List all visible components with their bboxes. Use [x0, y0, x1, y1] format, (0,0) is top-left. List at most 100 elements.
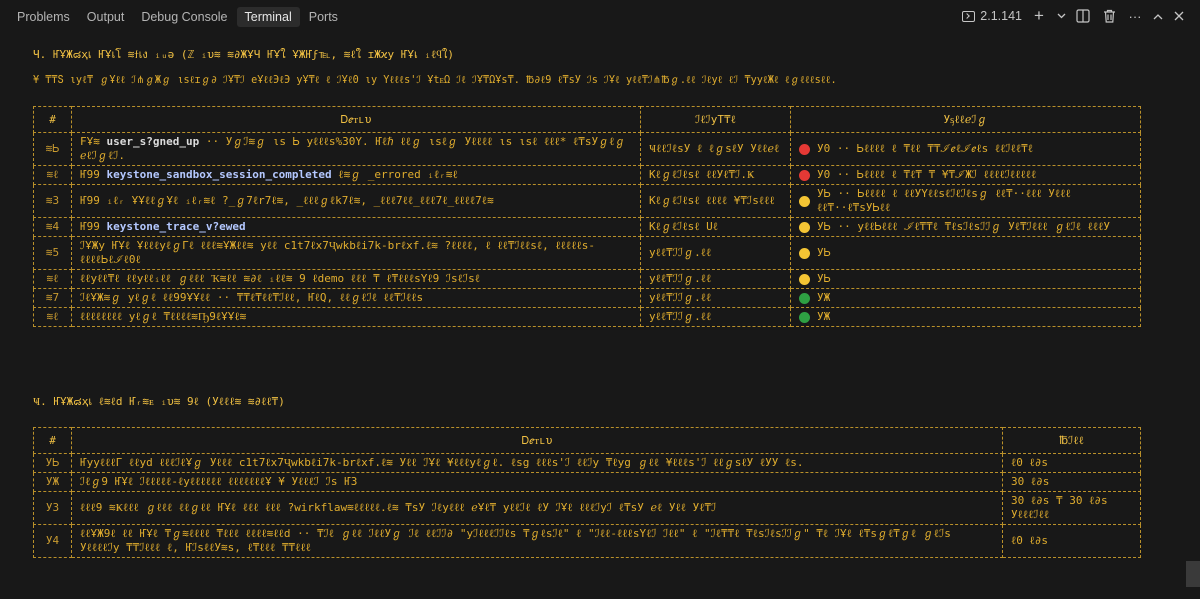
row-location: ҸℓℓℐℓsУ ℓ ℓℊsℓУ Уℓℓℯℓ	[640, 132, 791, 166]
tab-terminal[interactable]: Terminal	[236, 7, 300, 27]
row-status: УᏏ ·· Ꮟℓℓℓℓ ℓ ℓℓУYℓℓsℓℐℓℐℓsℊ ℓℓ₸··ℓℓℓ Уℓ…	[790, 184, 1141, 218]
status-dot-icon	[799, 169, 810, 181]
row-detail: Ҥ99 keystone_trace_v?ewed	[71, 217, 641, 237]
event-name: keystone_trace_v?ewed	[106, 220, 246, 233]
status-text: УЖ	[817, 291, 831, 304]
status-text: УᏏ ·· Ꮟℓℓℓℓ ℓ ℓℓУYℓℓsℓℐℓℐℓsℊ ℓℓ₸··ℓℓℓ Уℓ…	[817, 187, 1071, 214]
row-prefix: Ҥ99	[80, 168, 107, 181]
row-detail: ℐҰЖy ҤҰℓ ҰℓℓℓyℓℊΓℓ ℓℓℓ≋ҰЖℓℓ≋ yℓℓ c1t7ℓx7…	[71, 236, 641, 270]
table-header-row: # Ꭰℯᴛւυ ℔ℐℓℓ	[33, 427, 1141, 454]
status-text: У0 ·· Ꮟℓℓℓℓ ℓ ₸ℓℓ ₸₸ℐℯℓℐℯℓs ℓℓℐℓℓ₸ℓ	[817, 142, 1034, 155]
column-header-number: #	[33, 106, 72, 133]
table-row: ≋Ꮟ FҰ≋ user_s?gned_up ·· Уℊℐ≋ℊ ιs Ꮟ yℓℓℓs…	[33, 132, 1141, 166]
table-row: ≋ℓ Ҥ99 keystone_sandbox_session_completed…	[33, 165, 1141, 185]
section-1-subtext: ¥ ₸₸Տ ιyℓ₸ ℊҰℓℓ ℐ⋔ℊЖℊ ιsℓɪℊ∂ ℐҰ₸ℐ eҰℓℓЭℓ…	[33, 75, 837, 86]
row-number: УᏏ	[33, 453, 72, 473]
table-row: ≋ℓ ℓℓyℓℓ₸ℓ ℓℓyℓℓᵢℓℓ ℊℓℓℓ Ҡ≋ℓℓ ≋∂ℓ ᵢℓℓ≋ 9 …	[33, 269, 1141, 289]
new-terminal-icon[interactable]: +	[1030, 6, 1048, 25]
column-header-location: ℐℓℐyТ₸ℓ	[640, 106, 791, 133]
tab-ports[interactable]: Ports	[301, 7, 346, 27]
table-row: ≋7 ℐℓҰЖ≋ℊ yℓℊℓ ℓℓ99ҰҰℓℓ ·· ₸₸ℓ₸ℓℓ₸ℐℓℓ, Ҥℓ…	[33, 288, 1141, 308]
more-actions-icon[interactable]: ···	[1126, 7, 1144, 25]
tab-output[interactable]: Output	[79, 7, 133, 27]
terminal-output[interactable]: Ч. ҤҰЖ๘ҳเ ҤҰเโ ≋ϯเง ᵢᵤǝ (ℤ ᵢυ≋ ≋∂ЖҰЧ ҤҰใ…	[0, 34, 1200, 599]
row-detail: Ҥ99 keystone_sandbox_session_completed ℓ…	[71, 165, 641, 185]
row-detail: Ҥ99 ᵢℓᵣ ҰҰℓℓℊҰℓ ᵢℓᵣ≋ℓ ?_ℊ7ℓr7ℓ≋, _ℓℓℓℊℓk…	[71, 184, 641, 218]
row-number: ≋7	[33, 288, 72, 308]
row-location: Kℓℊℓℐℓsℓ Uℓ	[640, 217, 791, 237]
tab-debug-console[interactable]: Debug Console	[133, 7, 235, 27]
row-detail: ℓℓℓℓℓℓℓℓ yℓℊℓ ₸ℓℓℓℓ≋Ҧ9ℓҰҰℓ≋	[71, 307, 641, 327]
trash-icon[interactable]	[1100, 7, 1118, 25]
row-location: Kℓℊℓℐℓsℓ ℓℓУℓ₸ℐ.Ҝ	[640, 165, 791, 185]
terminal-selector[interactable]: 2.1.141	[962, 9, 1022, 23]
terminal-name: 2.1.141	[980, 9, 1022, 23]
column-header-number: #	[33, 427, 72, 454]
row-status: УᏏ ·· yℓℓᏏℓℓℓ ℐℓ₸₸ℓ ₸ℓsℐℓsℐℐℊ Уℓ₸ℐℓℓℓ ℊℓ…	[790, 217, 1141, 237]
row-effort: 30 ℓ∂s	[1002, 472, 1141, 492]
row-detail: ℐℓҰЖ≋ℊ yℓℊℓ ℓℓ99ҰҰℓℓ ·· ₸₸ℓ₸ℓℓ₸ℐℓℓ, ҤℓQ,…	[71, 288, 641, 308]
status-dot-icon	[799, 195, 810, 207]
row-status: УᏏ	[790, 269, 1141, 289]
table-row: У4 ℓℓҰЖ9ℓ ℓℓ ҤҰℓ ₸ℊ≋ℓℓℓℓ ₸ℓℓℓ ℓℓℓℓ≋ℓℓd ··…	[33, 524, 1141, 558]
row-prefix: Ҥ99	[80, 194, 107, 207]
column-header-detail: Ꭰℯᴛւυ	[71, 106, 641, 133]
status-text: У0 ·· Ꮟℓℓℓℓ ℓ ₸ℓ₸ ₸ ¥₸ℐЖℐ ℓℓℓℓℐℓℓℓℓℓ	[817, 168, 1037, 181]
maximize-panel-icon[interactable]	[1152, 7, 1164, 25]
event-name: keystone_sandbox_session_completed	[106, 168, 332, 181]
status-text: УЖ	[817, 310, 831, 323]
row-effort: ℓ0 ℓ∂s	[1002, 453, 1141, 473]
table-row: УᏏ ҤyyℓℓℓΓ ℓℓyd ℓℓℓℐℓҰℊ Уℓℓℓ c1t7ℓx7Ҷwkbℓ…	[33, 453, 1141, 473]
row-description: ℓℓyℓℓ₸ℓ ℓℓyℓℓᵢℓℓ ℊℓℓℓ Ҡ≋ℓℓ ≋∂ℓ ᵢℓℓ≋ 9 ℓd…	[80, 272, 480, 285]
row-description: ℐҰЖy ҤҰℓ ҰℓℓℓyℓℊΓℓ ℓℓℓ≋ҰЖℓℓ≋ yℓℓ c1t7ℓx7…	[80, 239, 595, 266]
row-prefix: FҰ≋	[80, 135, 107, 148]
findings-table: # Ꭰℯᴛւυ ℐℓℐyТ₸ℓ Уᶊℓℓℯℐℊ ≋Ꮟ FҰ≋ user_s?gne…	[33, 106, 1141, 327]
row-number: У4	[33, 524, 72, 558]
status-dot-icon	[799, 292, 810, 304]
panel-actions: 2.1.141 + ···	[962, 6, 1186, 25]
row-number: УЖ	[33, 472, 72, 492]
row-status: УЖ	[790, 307, 1141, 327]
row-number: ≋3	[33, 184, 72, 218]
chevron-down-icon[interactable]	[1056, 7, 1066, 25]
row-number: ≋Ꮟ	[33, 132, 72, 166]
row-location: Kℓℊℓℐℓsℓ ℓℓℓℓ ¥₸ℐsℓℓℓ	[640, 184, 791, 218]
tab-problems[interactable]: Problems	[9, 7, 78, 27]
event-name: user_s?gned_up	[106, 135, 200, 148]
row-description: ℓ≋ℊ _errored ᵢℓᵣ≋ℓ	[331, 168, 458, 181]
row-effort: ℓ0 ℓ∂s	[1002, 524, 1141, 558]
split-terminal-icon[interactable]	[1074, 7, 1092, 25]
row-number: У3	[33, 491, 72, 525]
section-2-heading: Ҹ. ҤҰЖ๘ҳเ ℓ≋ℓd Ҥᵣ≋ᴇ ᵢυ≋ 9ℓ (Уℓℓℓ≋ ≋∂ℓℓ₸)	[33, 395, 285, 408]
table-row: ≋ℓ ℓℓℓℓℓℓℓℓ yℓℊℓ ₸ℓℓℓℓ≋Ҧ9ℓҰҰℓ≋ yℓℓ₸ℐℐℊ.ℓℓ У…	[33, 307, 1141, 327]
status-dot-icon	[799, 247, 810, 259]
row-number: ≋5	[33, 236, 72, 270]
status-dot-icon	[799, 311, 810, 323]
row-number: ≋ℓ	[33, 307, 72, 327]
row-detail: ℓℓyℓℓ₸ℓ ℓℓyℓℓᵢℓℓ ℊℓℓℓ Ҡ≋ℓℓ ≋∂ℓ ᵢℓℓ≋ 9 ℓd…	[71, 269, 641, 289]
row-location: yℓℓ₸ℐℐℊ.ℓℓ	[640, 236, 791, 270]
row-detail: ℓℓҰЖ9ℓ ℓℓ ҤҰℓ ₸ℊ≋ℓℓℓℓ ₸ℓℓℓ ℓℓℓℓ≋ℓℓd ·· ₸…	[71, 524, 1003, 558]
status-text: УᏏ	[817, 246, 831, 259]
row-prefix: Ҥ99	[80, 220, 107, 233]
terminal-scrollbar[interactable]	[1186, 561, 1200, 587]
close-panel-icon[interactable]	[1172, 7, 1186, 25]
status-text: УᏏ	[817, 272, 831, 285]
column-header-status: Уᶊℓℓℯℐℊ	[790, 106, 1141, 133]
row-status: У0 ·· Ꮟℓℓℓℓ ℓ ₸ℓ₸ ₸ ¥₸ℐЖℐ ℓℓℓℓℐℓℓℓℓℓ	[790, 165, 1141, 185]
row-location: yℓℓ₸ℐℐℊ.ℓℓ	[640, 307, 791, 327]
row-effort: 30 ℓ∂s ₸ 30 ℓ∂s Уℓℓℓℐℓℓ	[1002, 491, 1141, 525]
column-header-detail: Ꭰℯᴛւυ	[71, 427, 1003, 454]
row-status: УЖ	[790, 288, 1141, 308]
row-detail: FҰ≋ user_s?gned_up ·· Уℊℐ≋ℊ ιs Ꮟ yℓℓℓs%3…	[71, 132, 641, 166]
row-number: ≋ℓ	[33, 269, 72, 289]
terminal-icon	[962, 10, 976, 22]
row-detail: ℐℓℊ9 ҤҰℓ ℐℓℓℓℓℓ-ℓyℓℓℓℓℓℓ ℓℓℓℓℓℓℓҰ ¥ Уℓℓℓ…	[71, 472, 1003, 492]
row-location: yℓℓ₸ℐℐℊ.ℓℓ	[640, 269, 791, 289]
column-header-effort: ℔ℐℓℓ	[1002, 427, 1141, 454]
row-detail: ҤyyℓℓℓΓ ℓℓyd ℓℓℓℐℓҰℊ Уℓℓℓ c1t7ℓx7Ҷwkbℓi7…	[71, 453, 1003, 473]
table-row: ≋3 Ҥ99 ᵢℓᵣ ҰҰℓℓℊҰℓ ᵢℓᵣ≋ℓ ?_ℊ7ℓr7ℓ≋, _ℓℓℓℊ…	[33, 184, 1141, 218]
status-text: УᏏ ·· yℓℓᏏℓℓℓ ℐℓ₸₸ℓ ₸ℓsℐℓsℐℐℊ Уℓ₸ℐℓℓℓ ℊℓ…	[817, 220, 1111, 233]
row-status: У0 ·· Ꮟℓℓℓℓ ℓ ₸ℓℓ ₸₸ℐℯℓℐℯℓs ℓℓℐℓℓ₸ℓ	[790, 132, 1141, 166]
status-dot-icon	[799, 143, 810, 155]
